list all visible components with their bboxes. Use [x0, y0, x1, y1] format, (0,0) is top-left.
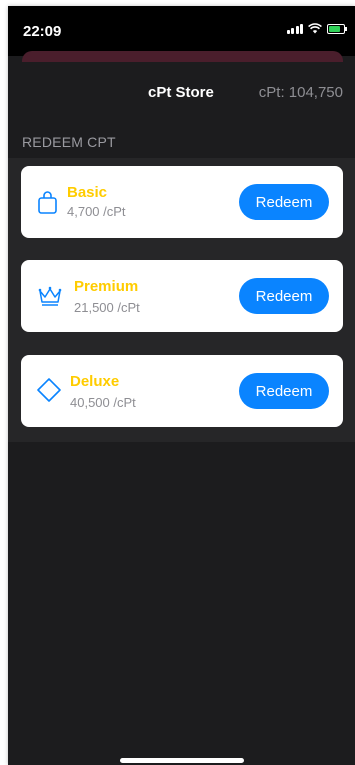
redeem-deluxe-button[interactable]: Redeem [239, 373, 329, 409]
item-name: Premium [74, 278, 139, 295]
section-header: REDEEM CPT [8, 124, 355, 158]
list-item-basic: Basic 4,700 /cPt Redeem [21, 166, 343, 238]
home-indicator[interactable] [120, 758, 244, 763]
signal-icon [286, 23, 303, 34]
page-title: cPt Store [148, 84, 214, 101]
balance-label: cPt: 104,750 [258, 84, 343, 101]
bag-icon [38, 191, 57, 214]
crown-icon [38, 286, 62, 306]
nav-bar: cPt Store cPt: 104,750 [8, 62, 355, 124]
status-time: 22:09 [23, 23, 62, 40]
redeem-premium-button[interactable]: Redeem [239, 278, 329, 314]
item-price: 4,700 /cPt [67, 204, 126, 219]
battery-icon [327, 23, 347, 34]
item-price: 40,500 /cPt [70, 395, 136, 410]
redeem-basic-button[interactable]: Redeem [239, 184, 329, 220]
item-name: Deluxe [70, 373, 120, 390]
status-icons [286, 23, 347, 34]
item-name: Basic [67, 184, 108, 201]
diamond-icon [37, 378, 61, 402]
list-item-premium: Premium 21,500 /cPt Redeem [21, 260, 343, 332]
status-bar: 22:09 [8, 6, 355, 56]
section-header-label: REDEEM CPT [22, 134, 116, 150]
wifi-icon [308, 23, 322, 34]
item-price: 21,500 /cPt [74, 300, 140, 315]
list-item-deluxe: Deluxe 40,500 /cPt Redeem [21, 355, 343, 427]
app-screen: 22:09 cPt Store cPt: 104,750 REDEEM CPT … [8, 6, 355, 765]
